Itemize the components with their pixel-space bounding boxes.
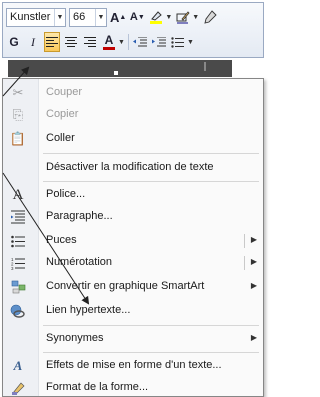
hyperlink-icon — [9, 303, 27, 319]
font-name-value: Kunstler — [10, 11, 51, 23]
menu-item-hyperlink[interactable]: Lien hypertexte... — [3, 300, 263, 322]
paragraph-icon — [9, 209, 27, 225]
menu-item-numbering[interactable]: 123 Numérotation ▶ — [3, 252, 263, 274]
highlighter-icon — [151, 11, 163, 21]
chevron-down-icon[interactable]: ▼ — [187, 39, 194, 46]
menu-item-label: Désactiver la modification de texte — [46, 161, 214, 173]
bullets-icon — [171, 36, 185, 48]
menu-item-label: Police... — [46, 188, 86, 200]
highlight-color-bar — [150, 21, 163, 24]
menu-item-label: Synonymes — [46, 332, 104, 344]
font-name-combo[interactable]: Kunstler ▼ — [6, 7, 66, 27]
align-right-icon — [84, 37, 96, 47]
format-painter-button[interactable] — [202, 7, 218, 27]
menu-item-label: Convertir en graphique SmartArt — [46, 280, 205, 292]
pencil-icon — [176, 11, 190, 24]
bullets-button[interactable] — [170, 32, 186, 52]
bold-button[interactable]: G — [6, 32, 22, 52]
menu-item-label: Effets de mise en forme d'un texte... — [46, 359, 222, 371]
italic-button[interactable]: I — [25, 32, 41, 52]
font-icon: A — [12, 186, 24, 203]
submenu-arrow-icon[interactable]: ▶ — [251, 333, 257, 342]
paste-icon: 📋 — [9, 131, 27, 146]
context-menu: ✂ Couper ⎘ Copier 📋 Coller Désactiver la… — [2, 78, 264, 397]
font-color-button[interactable]: A — [101, 32, 117, 52]
menu-separator — [43, 325, 259, 326]
menu-item-synonyms[interactable]: Synonymes ▶ — [3, 328, 263, 350]
copy-icon: ⎘ — [12, 107, 24, 122]
handle-marker — [204, 62, 206, 71]
menu-item-disable-text-edit[interactable]: Désactiver la modification de texte — [3, 157, 263, 179]
bullets-icon — [9, 233, 27, 249]
menu-separator — [43, 153, 259, 154]
align-center-icon — [65, 37, 77, 47]
handle-marker — [114, 71, 118, 75]
scissors-icon: ✂ — [12, 85, 24, 100]
slide-background-strip — [8, 60, 232, 77]
paintbrush-icon — [204, 10, 217, 24]
menu-item-paragraph[interactable]: Paragraphe... — [3, 206, 263, 228]
toolbar-separator — [127, 34, 129, 50]
menu-item-cut[interactable]: ✂ Couper — [3, 82, 263, 104]
menu-item-label: Format de la forme... — [46, 381, 149, 393]
align-left-button[interactable] — [44, 32, 60, 52]
submenu-arrow-icon[interactable]: ▶ — [251, 235, 257, 244]
align-left-icon — [46, 37, 58, 47]
menu-item-paste[interactable]: 📋 Coller — [3, 128, 263, 150]
submenu-arrow-icon[interactable]: ▶ — [251, 281, 257, 290]
mini-toolbar: Kunstler ▼ 66 ▼ A ▲ A ▼ ▼ ▼ G I A ▼ ▼ — [2, 2, 264, 58]
shrink-font-icon: A — [129, 11, 138, 23]
menu-item-label: Paragraphe... — [46, 210, 113, 222]
mini-toolbar-row-1: Kunstler ▼ 66 ▼ A ▲ A ▼ ▼ ▼ — [6, 6, 218, 28]
increase-indent-icon — [151, 36, 166, 46]
decrease-indent-button[interactable] — [132, 32, 148, 52]
menu-item-label: Numérotation — [46, 256, 113, 268]
decrease-indent-icon — [132, 36, 147, 46]
menu-item-text-effects[interactable]: A Effets de mise en forme d'un texte... — [3, 355, 263, 377]
menu-item-font[interactable]: A Police... — [3, 184, 263, 206]
menu-item-label: Couper — [46, 86, 83, 98]
menu-item-shape-format[interactable]: Format de la forme... — [3, 377, 263, 397]
svg-text:3: 3 — [11, 266, 14, 270]
menu-item-bullets[interactable]: Puces ▶ — [3, 230, 263, 252]
chevron-down-icon[interactable]: ▼ — [54, 8, 65, 26]
chevron-down-icon[interactable]: ▼ — [165, 14, 172, 21]
menu-item-convert-smartart[interactable]: Convertir en graphique SmartArt ▶ — [3, 276, 263, 298]
align-center-button[interactable] — [63, 32, 79, 52]
shape-format-icon — [9, 380, 27, 396]
font-color-icon: A — [103, 34, 115, 50]
numbering-icon: 123 — [9, 255, 27, 271]
grow-font-button[interactable]: A ▲ — [110, 7, 126, 27]
outline-color-button[interactable] — [175, 7, 191, 27]
text-effects-icon: A — [13, 358, 23, 373]
smartart-icon — [9, 279, 27, 295]
grow-font-icon: A — [110, 9, 120, 25]
chevron-down-icon[interactable]: ▼ — [118, 39, 125, 46]
menu-item-label: Puces — [46, 234, 77, 246]
chevron-down-icon[interactable]: ▼ — [192, 14, 199, 21]
menu-item-label: Coller — [46, 132, 75, 144]
font-color-letter: A — [104, 33, 114, 47]
font-size-combo[interactable]: 66 ▼ — [69, 7, 107, 27]
align-right-button[interactable] — [82, 32, 98, 52]
highlight-button[interactable] — [148, 7, 164, 27]
menu-separator — [43, 352, 259, 353]
menu-item-label: Copier — [46, 108, 79, 120]
font-size-value: 66 — [73, 11, 86, 23]
menu-item-copy[interactable]: ⎘ Copier — [3, 104, 263, 126]
submenu-arrow-icon[interactable]: ▶ — [251, 257, 257, 266]
mini-toolbar-row-2: G I A ▼ ▼ — [6, 31, 194, 53]
submenu-divider — [244, 234, 245, 248]
menu-item-label: Lien hypertexte... — [46, 304, 131, 316]
menu-separator — [43, 181, 259, 182]
chevron-down-icon[interactable]: ▼ — [95, 8, 106, 26]
increase-indent-button[interactable] — [151, 32, 167, 52]
submenu-divider — [244, 256, 245, 270]
shrink-font-button[interactable]: A ▼ — [129, 7, 145, 27]
